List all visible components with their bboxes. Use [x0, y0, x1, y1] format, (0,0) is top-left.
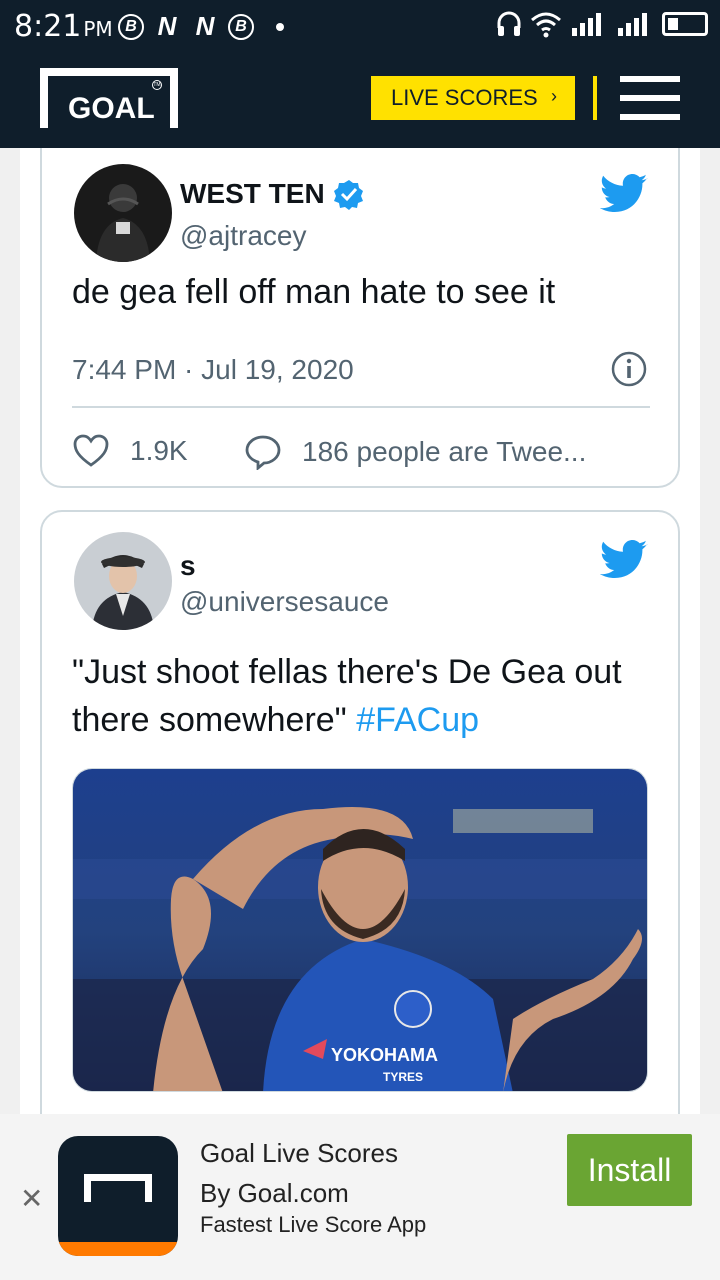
twitter-bird-icon[interactable]	[600, 540, 648, 580]
signal-icon	[618, 13, 647, 36]
twitter-bird-icon[interactable]	[600, 174, 648, 214]
close-ad-icon[interactable]: ✕	[20, 1182, 43, 1215]
goal-app-icon[interactable]	[58, 1136, 178, 1256]
hamburger-menu-icon[interactable]	[620, 76, 680, 120]
tweet-text: de gea fell off man hate to see it	[72, 273, 556, 311]
signal-icon	[572, 13, 601, 36]
tweet-author-handle[interactable]: @ajtracey	[180, 220, 306, 252]
status-ampm: PM	[83, 17, 113, 41]
reply-bubble-icon	[245, 435, 281, 470]
replies-action[interactable]: 186 people are Twee...	[244, 434, 586, 470]
ad-title[interactable]: Goal Live Scores	[200, 1138, 398, 1169]
dot-icon	[276, 22, 284, 31]
article-content[interactable]: WEST TEN @ajtracey de gea fell off man h…	[20, 148, 700, 1114]
status-left-icons: B N N B	[118, 11, 284, 42]
status-time: 8:21 PM	[14, 9, 113, 44]
ad-description: Fastest Live Score App	[200, 1212, 427, 1237]
status-right-icons	[496, 10, 708, 38]
avatar[interactable]	[74, 164, 172, 262]
verified-badge-icon	[333, 180, 363, 210]
goal-logo-text: GOAL	[62, 92, 161, 126]
app-icon-accent-bar	[58, 1242, 178, 1256]
hashtag-link[interactable]: #FACup	[356, 701, 479, 739]
embedded-tweet[interactable]: WEST TEN @ajtracey de gea fell off man h…	[40, 148, 680, 488]
install-button[interactable]: Install	[567, 1134, 692, 1206]
tweet-timestamp[interactable]: 7:44 PM · Jul 19, 2020	[72, 354, 354, 386]
header-divider	[593, 76, 597, 120]
author-name-text: s	[180, 550, 196, 581]
like-count: 1.9K	[130, 435, 188, 466]
avatar[interactable]	[74, 532, 172, 630]
status-time-value: 8:21	[14, 9, 82, 44]
embedded-tweet[interactable]: s @universesauce "Just shoot fellas ther…	[40, 510, 680, 1114]
chevron-right-icon: ›	[551, 86, 557, 106]
ad-banner[interactable]: ✕ Goal Live Scores By Goal.com Fastest L…	[0, 1114, 720, 1280]
tweet-text-body: "Just shoot fellas there's De Gea out th…	[72, 653, 622, 739]
tweet-divider	[72, 406, 650, 408]
ad-publisher: By Goal.com	[200, 1178, 349, 1208]
wifi-icon	[531, 12, 561, 38]
tweet-text: "Just shoot fellas there's De Gea out th…	[72, 648, 662, 744]
n-icon: N	[157, 11, 177, 41]
author-name-text: WEST TEN	[180, 178, 325, 209]
heart-icon	[73, 434, 109, 467]
info-icon[interactable]	[610, 350, 648, 388]
headphones-icon	[497, 11, 521, 36]
goal-mark	[84, 1174, 152, 1202]
n-icon: N	[195, 11, 215, 41]
battery-icon	[662, 12, 708, 36]
like-action[interactable]: 1.9K	[72, 434, 188, 468]
tweet-media-image[interactable]: YOKOHAMA TYRES	[72, 768, 648, 1092]
app-header: GOAL TM LIVE SCORES ›	[0, 50, 720, 148]
tweet-author-handle[interactable]: @universesauce	[180, 586, 389, 618]
trademark-mark: TM	[152, 80, 162, 90]
goal-logo[interactable]: GOAL TM	[40, 68, 178, 128]
tweet-author-name[interactable]: s	[180, 550, 196, 582]
live-scores-button[interactable]: LIVE SCORES ›	[371, 76, 575, 120]
b-circle-icon: B	[118, 13, 144, 40]
status-bar: 8:21 PM B N N B	[0, 0, 720, 50]
live-scores-label: LIVE SCORES	[391, 85, 538, 110]
svg-text:YOKOHAMA: YOKOHAMA	[331, 1045, 438, 1065]
b-circle-icon: B	[228, 13, 254, 40]
svg-text:TYRES: TYRES	[383, 1070, 423, 1084]
tweet-author-name[interactable]: WEST TEN	[180, 178, 365, 210]
replies-label: 186 people are Twee...	[302, 436, 587, 467]
